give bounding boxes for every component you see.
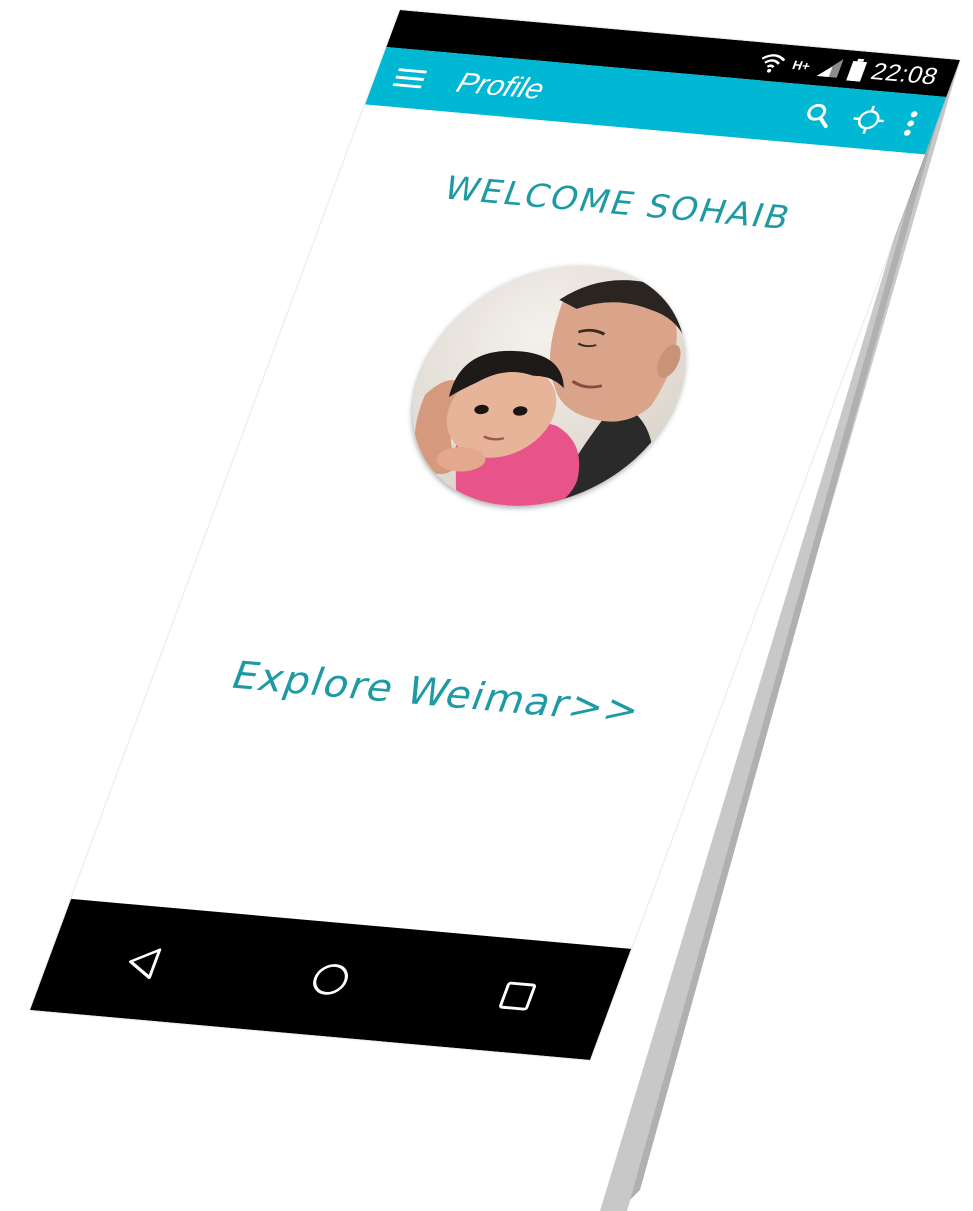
welcome-heading: WELCOME SOHAIB [438, 169, 797, 238]
recents-icon[interactable] [477, 966, 558, 1027]
home-icon[interactable] [290, 949, 371, 1010]
status-time: 22:08 [867, 57, 943, 90]
wifi-icon [755, 50, 789, 75]
cell-signal-icon [814, 56, 846, 79]
profile-photo [375, 254, 723, 517]
network-type-label: H+ [790, 57, 813, 73]
explore-weimar-link[interactable]: Explore Weimar>> [149, 647, 725, 740]
back-icon[interactable] [104, 932, 185, 993]
battery-icon [845, 58, 868, 82]
overflow-menu-icon[interactable] [896, 107, 926, 140]
app-bar-actions [796, 98, 926, 140]
search-icon[interactable] [796, 98, 842, 133]
page-title: Profile [452, 67, 549, 106]
hamburger-menu-icon[interactable] [389, 63, 431, 94]
phone-mockup: H+ 22:08 Profile WELCOME SOHAIB Explore … [0, 0, 973, 1211]
location-target-icon[interactable] [846, 103, 892, 138]
profile-avatar [375, 254, 723, 517]
